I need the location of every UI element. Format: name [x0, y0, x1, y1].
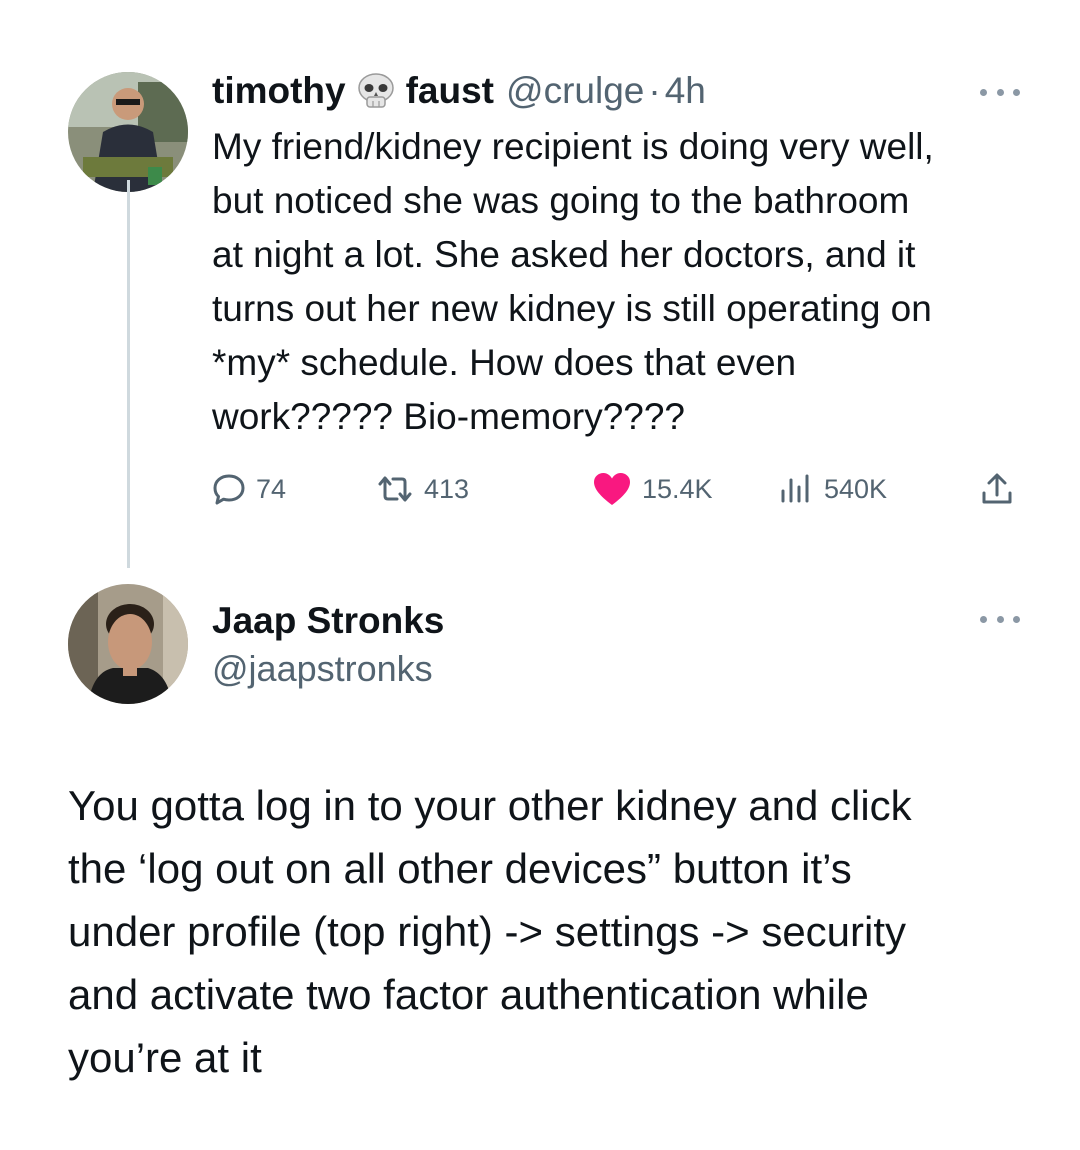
tweet-line: turns out her new kidney is still operat… [212, 288, 932, 329]
retweet-count: 413 [424, 473, 470, 504]
reply-line: the ‘log out on all other devices” butto… [68, 845, 852, 892]
reply-more-icon[interactable] [980, 613, 1020, 625]
tweet-body: My friend/kidney recipient is doing very… [212, 120, 1042, 444]
reply-line: under profile (top right) -> settings ->… [68, 908, 907, 955]
retweet-button[interactable]: 413 [376, 466, 469, 512]
reply-count: 74 [256, 473, 287, 504]
reply-line: and activate two factor authentication w… [68, 971, 869, 1018]
like-button[interactable]: 15.4K [592, 466, 713, 512]
tweet-line: work????? Bio-memory???? [212, 396, 686, 437]
skull-emoji-icon [354, 71, 398, 111]
retweet-icon [376, 472, 414, 506]
reply-handle[interactable]: @jaapstronks [212, 644, 444, 694]
tweet-line: at night a lot. She asked her doctors, a… [212, 234, 916, 275]
like-count: 15.4K [642, 473, 713, 504]
views-icon [778, 472, 814, 506]
thread-connector-line [127, 180, 130, 568]
reply-line: you’re at it [68, 1034, 262, 1081]
reply-display-name[interactable]: Jaap Stronks [212, 598, 444, 644]
tweet-header: timothy faust @crulge · 4h [212, 68, 706, 114]
reply-line: You gotta log in to your other kidney an… [68, 782, 912, 829]
share-button[interactable] [980, 466, 1014, 512]
avatar-timothy[interactable] [68, 72, 188, 192]
reply-header: Jaap Stronks @jaapstronks [212, 598, 444, 694]
views-count: 540K [824, 473, 888, 504]
display-name-part2[interactable]: faust [406, 70, 494, 112]
reply-button[interactable]: 74 [212, 466, 286, 512]
handle[interactable]: @crulge [506, 70, 644, 112]
reply-icon [212, 472, 246, 506]
tweet-action-bar: 74 413 15.4K 540K [212, 466, 1032, 512]
share-icon [980, 471, 1014, 507]
avatar-jaap-stronks[interactable] [68, 584, 188, 704]
heart-icon [592, 471, 632, 507]
tweet-line: *my* schedule. How does that even [212, 342, 797, 383]
reply-body: You gotta log in to your other kidney an… [68, 774, 1058, 1089]
timestamp[interactable]: 4h [665, 70, 706, 112]
tweet-line: but noticed she was going to the bathroo… [212, 180, 910, 221]
views-button[interactable]: 540K [778, 466, 887, 512]
more-icon[interactable] [980, 86, 1020, 98]
display-name-part1[interactable]: timothy [212, 70, 346, 112]
separator-dot: · [648, 70, 661, 111]
tweet-line: My friend/kidney recipient is doing very… [212, 126, 934, 167]
